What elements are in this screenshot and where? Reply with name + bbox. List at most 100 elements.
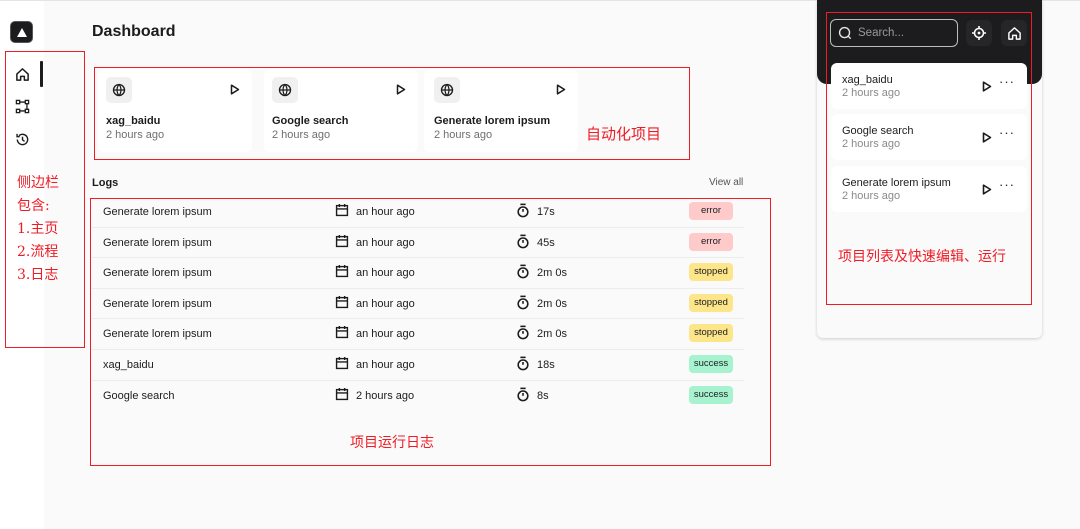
log-row[interactable]: Google search 2 hours ago 8s success xyxy=(92,381,744,412)
calendar-icon xyxy=(335,203,349,217)
log-date: an hour ago xyxy=(356,267,415,280)
calendar-icon xyxy=(335,264,349,278)
log-date: an hour ago xyxy=(356,297,415,310)
stopwatch-icon xyxy=(516,325,530,340)
logo-triangle-icon xyxy=(16,27,27,37)
active-indicator xyxy=(40,61,43,87)
log-project-name: Generate lorem ipsum xyxy=(103,206,212,218)
status-badge: error xyxy=(689,202,733,220)
annotation-line: 2.流程 xyxy=(17,244,59,260)
play-icon[interactable] xyxy=(981,79,993,93)
log-date: an hour ago xyxy=(356,359,415,371)
log-date: an hour ago xyxy=(356,206,415,218)
calendar-icon xyxy=(335,295,349,309)
logs-title: Logs xyxy=(92,177,119,189)
log-project-name: Generate lorem ipsum xyxy=(103,328,212,341)
home-icon xyxy=(1007,26,1021,40)
log-date: an hour ago xyxy=(356,236,415,249)
locate-button[interactable] xyxy=(966,20,992,46)
log-project-name: Generate lorem ipsum xyxy=(103,297,212,310)
sidebar-item-history[interactable] xyxy=(12,129,32,149)
log-duration: 45s xyxy=(537,236,555,249)
calendar-icon xyxy=(335,234,349,248)
annotation-sidebar-text: 侧边栏 包含: 1.主页 2.流程 3.日志 xyxy=(17,172,59,287)
stopwatch-icon xyxy=(516,264,530,279)
log-row[interactable]: Generate lorem ipsum an hour ago 2m 0s stop… xyxy=(92,258,744,289)
log-duration: 17s xyxy=(537,206,555,218)
stopwatch-icon xyxy=(516,387,530,402)
status-badge: success xyxy=(689,385,733,404)
status-badge: success xyxy=(689,355,733,373)
project-card[interactable]: xag_baidu 2 hours ago xyxy=(98,70,252,152)
stopwatch-icon xyxy=(516,356,530,371)
more-icon[interactable]: ··· xyxy=(999,75,1017,91)
project-time: 2 hours ago xyxy=(106,129,165,141)
project-time: 2 hours ago xyxy=(842,87,901,99)
project-name: Generate lorem ipsum xyxy=(434,115,551,127)
status-badge: stopped xyxy=(689,293,733,312)
status-badge: error xyxy=(689,232,733,251)
play-icon[interactable] xyxy=(394,82,408,96)
project-time: 2 hours ago xyxy=(842,190,901,202)
project-name: Generate lorem ipsum xyxy=(842,177,951,189)
project-list-item[interactable]: Google search 2 hours ago ··· xyxy=(831,114,1027,160)
more-icon[interactable]: ··· xyxy=(999,178,1017,194)
log-project-name: xag_baidu xyxy=(103,359,154,371)
log-project-name: Generate lorem ipsum xyxy=(103,236,212,249)
project-card[interactable]: Google search 2 hours ago xyxy=(264,70,418,152)
project-time: 2 hours ago xyxy=(272,129,331,141)
log-duration: 2m 0s xyxy=(537,328,567,341)
sidebar-item-home[interactable] xyxy=(12,64,32,84)
project-time: 2 hours ago xyxy=(434,129,493,141)
log-date: 2 hours ago xyxy=(356,389,415,402)
page-title: Dashboard xyxy=(92,23,176,40)
log-row[interactable]: Generate lorem ipsum an hour ago 2m 0s stop… xyxy=(92,319,744,350)
annotation-logs-text: 项目运行日志 xyxy=(350,435,434,451)
project-name: xag_baidu xyxy=(106,115,161,127)
log-duration: 2m 0s xyxy=(537,267,567,280)
annotation-project-list-text: 项目列表及快速编辑、运行 xyxy=(838,249,1006,265)
log-duration: 18s xyxy=(537,359,555,371)
log-row[interactable]: Generate lorem ipsum an hour ago 2m 0s stop… xyxy=(92,289,744,320)
home-button[interactable] xyxy=(1001,20,1027,46)
workflow-icon xyxy=(15,99,29,113)
history-icon xyxy=(15,133,28,145)
project-name: Google search xyxy=(272,115,349,127)
crosshair-icon xyxy=(972,26,986,40)
play-icon[interactable] xyxy=(981,130,993,144)
play-icon[interactable] xyxy=(228,82,242,96)
home-icon xyxy=(15,67,29,81)
log-project-name: Google search xyxy=(103,389,175,402)
search-input[interactable]: Search... xyxy=(830,19,958,47)
log-date: an hour ago xyxy=(356,328,415,341)
project-time: 2 hours ago xyxy=(842,138,901,150)
log-duration: 2m 0s xyxy=(537,297,567,310)
stopwatch-icon xyxy=(516,295,530,310)
sidebar-item-flows[interactable] xyxy=(12,96,32,116)
status-badge: stopped xyxy=(689,263,733,282)
project-list-item[interactable]: xag_baidu 2 hours ago ··· xyxy=(831,63,1027,109)
calendar-icon xyxy=(335,387,349,401)
project-name: xag_baidu xyxy=(842,74,893,86)
play-icon[interactable] xyxy=(981,182,993,196)
globe-icon xyxy=(106,77,132,103)
calendar-icon xyxy=(335,325,349,339)
log-row[interactable]: Generate lorem ipsum an hour ago 17s error xyxy=(92,197,744,228)
search-icon xyxy=(838,26,852,39)
globe-icon xyxy=(434,77,460,103)
project-list-item[interactable]: Generate lorem ipsum 2 hours ago ··· xyxy=(831,166,1027,212)
app-logo[interactable] xyxy=(10,21,33,43)
log-row[interactable]: xag_baidu an hour ago 18s success xyxy=(92,350,744,381)
play-icon[interactable] xyxy=(554,82,568,96)
log-duration: 8s xyxy=(537,389,549,402)
annotation-line: 包含: xyxy=(17,198,50,214)
status-badge: stopped xyxy=(689,324,733,343)
view-all-link[interactable]: View all xyxy=(709,177,743,188)
log-row[interactable]: Generate lorem ipsum an hour ago 45s error xyxy=(92,228,744,259)
log-project-name: Generate lorem ipsum xyxy=(103,267,212,280)
stopwatch-icon xyxy=(516,234,530,249)
more-icon[interactable]: ··· xyxy=(999,126,1017,142)
annotation-line: 1.主页 xyxy=(17,221,59,237)
project-name: Google search xyxy=(842,125,914,137)
project-card[interactable]: Generate lorem ipsum 2 hours ago xyxy=(424,70,578,152)
